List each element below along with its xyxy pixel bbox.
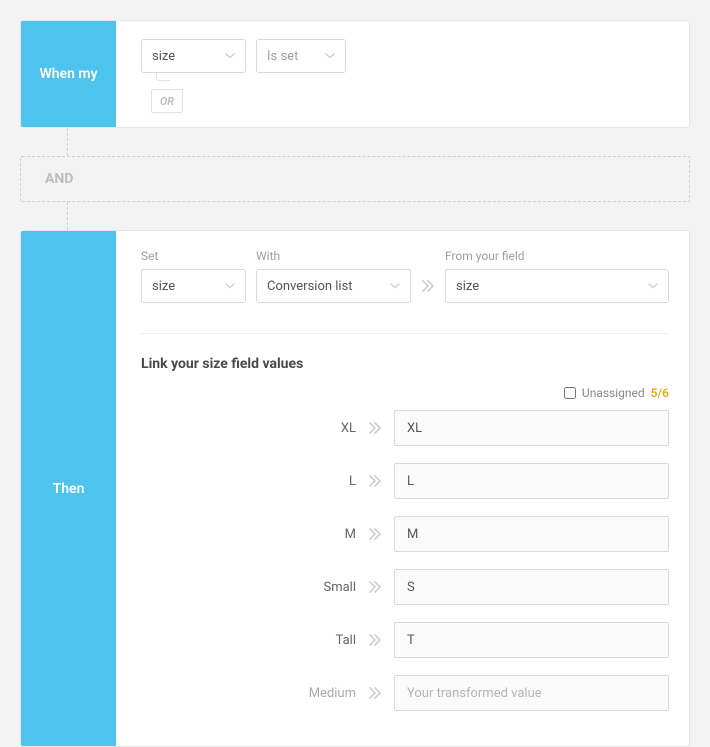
link-title: Link your size field values	[141, 356, 669, 372]
when-card: When my size Is set OR	[20, 20, 690, 128]
and-label: AND	[45, 171, 73, 187]
when-condition-value: Is set	[267, 49, 298, 64]
divider	[141, 333, 669, 334]
set-value: size	[152, 279, 175, 294]
chevron-down-icon	[648, 283, 658, 289]
mapping-source-label: XL	[141, 421, 356, 436]
double-arrow-icon	[368, 676, 382, 710]
mapping-target-input[interactable]	[394, 463, 669, 499]
meta-row: Unassigned 5/6	[141, 386, 669, 400]
double-arrow-icon	[368, 411, 382, 445]
then-sidebar: Then	[21, 231, 116, 746]
set-select[interactable]: size	[141, 269, 246, 303]
set-label: Set	[141, 249, 246, 263]
mapping-row: Tall	[141, 622, 669, 658]
then-sidebar-label: Then	[53, 481, 85, 497]
when-condition-select[interactable]: Is set	[256, 39, 346, 73]
chevron-down-icon	[225, 283, 235, 289]
mapping-row: XL	[141, 410, 669, 446]
from-select[interactable]: size	[445, 269, 669, 303]
when-field-select[interactable]: size	[141, 39, 246, 73]
when-row: size Is set	[141, 39, 669, 73]
or-button[interactable]: OR	[151, 89, 183, 113]
connector-line	[67, 202, 690, 230]
or-label: OR	[160, 95, 174, 108]
set-field: Set size	[141, 249, 246, 303]
mapping-source-label: M	[141, 527, 356, 542]
double-arrow-icon	[368, 623, 382, 657]
mapping-source-label: Small	[141, 580, 356, 595]
then-card: Then Set size With Conversion list	[20, 230, 690, 747]
with-field: With Conversion list	[256, 249, 411, 303]
double-arrow-icon	[368, 570, 382, 604]
mapping-target-input[interactable]	[394, 675, 669, 711]
connector-line	[67, 128, 690, 156]
mapping-row: Medium	[141, 675, 669, 711]
double-arrow-icon	[421, 269, 435, 303]
with-select[interactable]: Conversion list	[256, 269, 411, 303]
when-field-value: size	[152, 49, 175, 64]
from-value: size	[456, 279, 479, 294]
mapping-target-input[interactable]	[394, 410, 669, 446]
mapping-source-label: Tall	[141, 633, 356, 648]
mapping-target-input[interactable]	[394, 569, 669, 605]
with-value: Conversion list	[267, 279, 353, 294]
from-field: From your field size	[445, 249, 669, 303]
mapping-row: M	[141, 516, 669, 552]
mappings-list: XL L M Small Tall Medium	[141, 410, 669, 711]
chevron-down-icon	[225, 53, 235, 59]
mapping-source-label: L	[141, 474, 356, 489]
then-config-row: Set size With Conversion list	[141, 249, 669, 303]
when-body: size Is set OR	[116, 21, 689, 127]
chevron-down-icon	[390, 283, 400, 289]
when-sidebar: When my	[21, 21, 116, 127]
mapping-row: Small	[141, 569, 669, 605]
then-body: Set size With Conversion list	[116, 231, 689, 746]
with-label: With	[256, 249, 411, 263]
unassigned-checkbox[interactable]	[564, 387, 576, 399]
double-arrow-icon	[368, 464, 382, 498]
from-label: From your field	[445, 249, 669, 263]
when-sidebar-label: When my	[39, 66, 97, 82]
mapping-target-input[interactable]	[394, 622, 669, 658]
mapping-row: L	[141, 463, 669, 499]
or-connector-line	[156, 73, 170, 81]
mapping-counter: 5/6	[651, 386, 669, 400]
and-block[interactable]: AND	[20, 156, 690, 202]
chevron-down-icon	[325, 53, 335, 59]
unassigned-label: Unassigned	[582, 386, 645, 400]
double-arrow-icon	[368, 517, 382, 551]
mapping-source-label: Medium	[141, 686, 356, 701]
mapping-target-input[interactable]	[394, 516, 669, 552]
